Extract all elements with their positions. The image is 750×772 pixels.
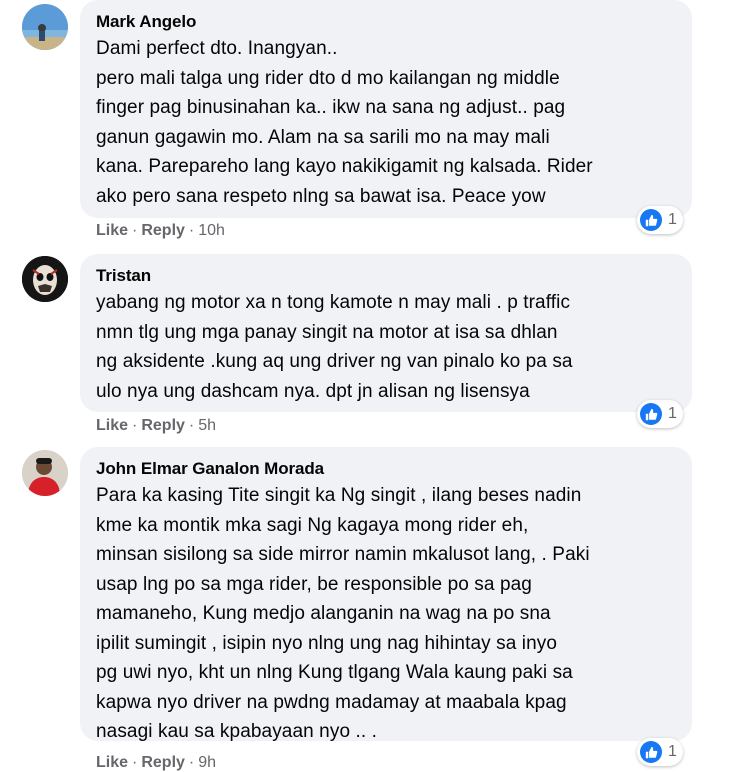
reply-link[interactable]: Reply — [141, 222, 185, 240]
reaction-number: 1 — [668, 211, 677, 228]
separator: · — [132, 222, 138, 239]
comment-author[interactable]: Mark Angelo — [96, 12, 676, 32]
comment-actions: Like · Reply · 9h — [96, 754, 216, 772]
separator: · — [188, 222, 195, 239]
separator: · — [188, 417, 195, 434]
comment-bubble: Mark Angelo Dami perfect dto. Inangyan..… — [80, 0, 692, 218]
reply-link[interactable]: Reply — [141, 754, 185, 772]
reaction-number: 1 — [668, 743, 677, 760]
separator: · — [132, 754, 138, 771]
comment-actions: Like · Reply · 5h — [96, 417, 216, 435]
like-link[interactable]: Like — [96, 754, 128, 772]
timestamp[interactable]: 10h — [198, 222, 225, 240]
thumbs-up-icon — [640, 741, 662, 763]
reaction-count[interactable]: 1 — [637, 400, 683, 428]
comment-author[interactable]: John Elmar Ganalon Morada — [96, 459, 676, 479]
separator: · — [188, 754, 195, 771]
comment-bubble: John Elmar Ganalon Morada Para ka kasing… — [80, 447, 692, 742]
comment-bubble: Tristan yabang ng motor xa n tong kamote… — [80, 254, 692, 412]
thumbs-up-icon — [640, 403, 662, 425]
reaction-count[interactable]: 1 — [637, 738, 683, 766]
reaction-number: 1 — [668, 405, 677, 422]
comment-author[interactable]: Tristan — [96, 266, 676, 286]
timestamp[interactable]: 5h — [198, 417, 216, 435]
thumbs-up-icon — [640, 209, 662, 231]
comment-text: yabang ng motor xa n tong kamote n may m… — [96, 292, 573, 402]
like-link[interactable]: Like — [96, 222, 128, 240]
comment-actions: Like · Reply · 10h — [96, 222, 225, 240]
like-link[interactable]: Like — [96, 417, 128, 435]
comment-text: Para ka kasing Tite singit ka Ng singit … — [96, 485, 590, 742]
separator: · — [132, 417, 138, 434]
avatar[interactable] — [22, 450, 68, 496]
avatar[interactable] — [22, 4, 68, 50]
reply-link[interactable]: Reply — [141, 417, 185, 435]
avatar[interactable] — [22, 256, 68, 302]
reaction-count[interactable]: 1 — [637, 206, 683, 234]
timestamp[interactable]: 9h — [198, 754, 216, 772]
comment-text: Dami perfect dto. Inangyan.. pero mali t… — [96, 38, 593, 207]
